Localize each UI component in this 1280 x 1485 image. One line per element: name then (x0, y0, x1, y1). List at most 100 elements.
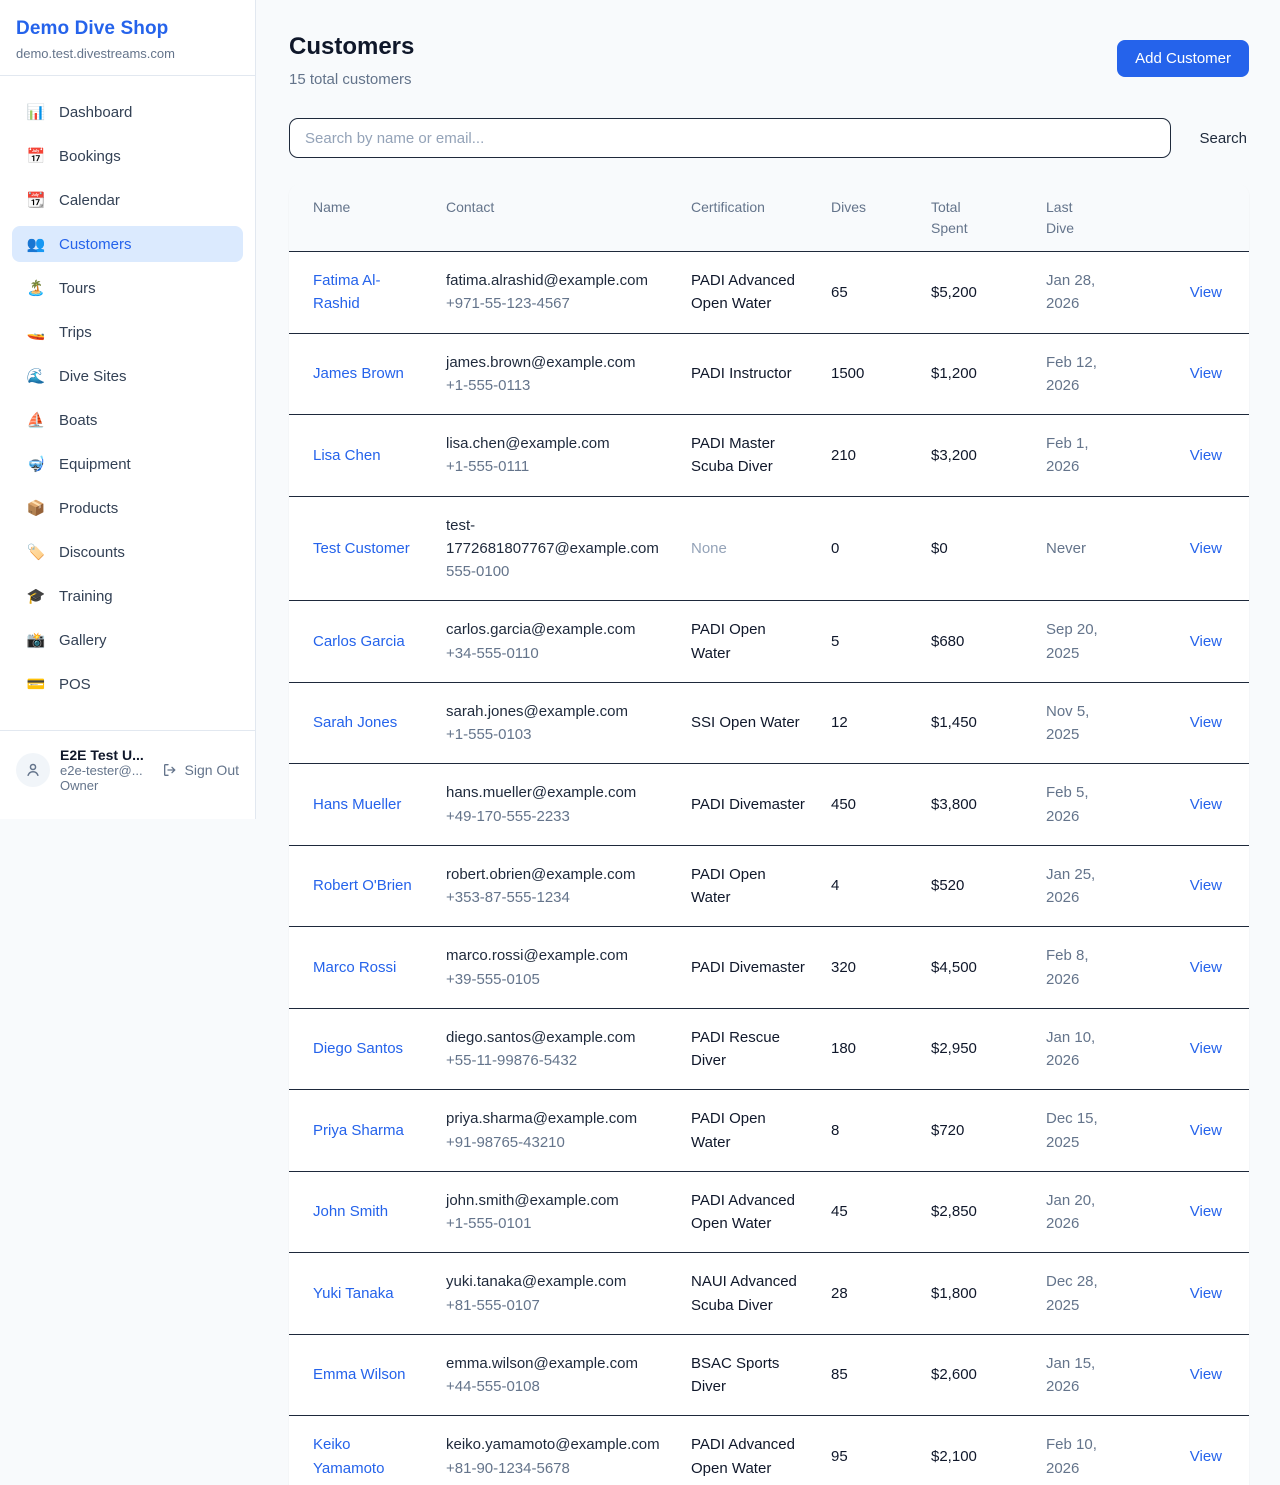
sidebar-item-label: Training (59, 588, 113, 605)
table-row: Keiko Yamamoto keiko.yamamoto@example.co… (289, 1416, 1249, 1485)
customer-name-link[interactable]: Diego Santos (313, 1040, 403, 1057)
customer-total-spent: $520 (931, 877, 964, 894)
customer-name-link[interactable]: Carlos Garcia (313, 633, 405, 650)
customer-dives: 65 (831, 284, 848, 301)
customer-phone: +1-555-0101 (446, 1212, 667, 1235)
sidebar-item[interactable]: 🤿 Equipment (12, 446, 243, 482)
customer-certification: PADI Open Water (691, 866, 766, 906)
table-header-row: NameContactCertificationDivesTotal Spent… (289, 184, 1249, 252)
sidebar-item[interactable]: 📸 Gallery (12, 622, 243, 658)
customer-count: 15 total customers (289, 71, 414, 88)
customer-last-dive: Jan 10, 2026 (1046, 1029, 1095, 1069)
table-row: Emma Wilson emma.wilson@example.com +44-… (289, 1334, 1249, 1416)
sidebar-item[interactable]: 👥 Customers (12, 226, 243, 262)
view-customer-link[interactable]: View (1190, 959, 1222, 976)
column-header: Last Dive (1034, 184, 1130, 252)
customer-phone: 555-0100 (446, 560, 667, 583)
view-customer-link[interactable]: View (1190, 365, 1222, 382)
customer-name-link[interactable]: John Smith (313, 1203, 388, 1220)
sidebar-item[interactable]: 📅 Bookings (12, 138, 243, 174)
customer-name-link[interactable]: Hans Mueller (313, 796, 401, 813)
sidebar-item[interactable]: 🏝️ Tours (12, 270, 243, 306)
search-input[interactable] (289, 118, 1171, 158)
sidebar-item[interactable]: ⛵ Boats (12, 402, 243, 438)
view-customer-link[interactable]: View (1190, 796, 1222, 813)
customer-last-dive: Sep 20, 2025 (1046, 621, 1098, 661)
customer-last-dive: Jan 28, 2026 (1046, 272, 1095, 312)
view-customer-link[interactable]: View (1190, 714, 1222, 731)
customer-certification: PADI Open Water (691, 1110, 766, 1150)
sign-out-button[interactable]: Sign Out (162, 762, 241, 778)
customer-name-link[interactable]: Fatima Al-Rashid (313, 272, 381, 312)
sidebar-item[interactable]: 🎓 Training (12, 578, 243, 614)
sidebar-item[interactable]: 🌊 Dive Sites (12, 358, 243, 394)
view-customer-link[interactable]: View (1190, 447, 1222, 464)
customer-email: hans.mueller@example.com (446, 781, 667, 804)
customer-last-dive: Feb 8, 2026 (1046, 947, 1089, 987)
customer-total-spent: $0 (931, 540, 948, 557)
sidebar-item[interactable]: 🚤 Trips (12, 314, 243, 350)
customer-name-link[interactable]: Keiko Yamamoto (313, 1436, 384, 1476)
sidebar-item[interactable]: 🏷️ Discounts (12, 534, 243, 570)
sidebar-item[interactable]: 💳 POS (12, 666, 243, 702)
customer-name-link[interactable]: Emma Wilson (313, 1366, 406, 1383)
avatar (16, 753, 50, 787)
view-customer-link[interactable]: View (1190, 633, 1222, 650)
customer-name-link[interactable]: James Brown (313, 365, 404, 382)
sidebar-item-label: Products (59, 500, 118, 517)
customer-phone: +39-555-0105 (446, 968, 667, 991)
customer-phone: +91-98765-43210 (446, 1131, 667, 1154)
column-header (1130, 184, 1249, 252)
user-section: E2E Test U... e2e-tester@... Owner Sign … (0, 730, 255, 811)
customer-certification: PADI Advanced Open Water (691, 1192, 795, 1232)
table-row: Test Customer test-1772681807767@example… (289, 496, 1249, 601)
customer-name-link[interactable]: Sarah Jones (313, 714, 397, 731)
customer-email: marco.rossi@example.com (446, 944, 667, 967)
view-customer-link[interactable]: View (1190, 540, 1222, 557)
view-customer-link[interactable]: View (1190, 1040, 1222, 1057)
view-customer-link[interactable]: View (1190, 1366, 1222, 1383)
customer-last-dive: Jan 25, 2026 (1046, 866, 1095, 906)
customer-name-link[interactable]: Test Customer (313, 540, 410, 557)
view-customer-link[interactable]: View (1190, 1203, 1222, 1220)
customer-last-dive: Jan 20, 2026 (1046, 1192, 1095, 1232)
dashboard-icon: 📊 (26, 103, 46, 121)
customer-name-link[interactable]: Priya Sharma (313, 1122, 404, 1139)
customer-name-link[interactable]: Robert O'Brien (313, 877, 412, 894)
sidebar-item-label: Equipment (59, 456, 131, 473)
gallery-icon: 📸 (26, 631, 46, 649)
view-customer-link[interactable]: View (1190, 284, 1222, 301)
training-icon: 🎓 (26, 587, 46, 605)
sidebar-item[interactable]: 📊 Dashboard (12, 94, 243, 130)
customer-phone: +1-555-0113 (446, 374, 667, 397)
view-customer-link[interactable]: View (1190, 877, 1222, 894)
view-customer-link[interactable]: View (1190, 1122, 1222, 1139)
customer-dives: 0 (831, 540, 839, 557)
table-row: Marco Rossi marco.rossi@example.com +39-… (289, 927, 1249, 1009)
view-customer-link[interactable]: View (1190, 1448, 1222, 1465)
column-header: Total Spent (919, 184, 1034, 252)
sidebar-nav: 📊 Dashboard 📅 Bookings 📆 Calendar 👥 Cust… (0, 76, 255, 724)
customer-dives: 95 (831, 1448, 848, 1465)
customer-total-spent: $2,100 (931, 1448, 977, 1465)
column-header: Name (289, 184, 434, 252)
sidebar-item-label: Dive Sites (59, 368, 127, 385)
table-row: Yuki Tanaka yuki.tanaka@example.com +81-… (289, 1253, 1249, 1335)
customer-last-dive: Jan 15, 2026 (1046, 1355, 1095, 1395)
customers-table-card: NameContactCertificationDivesTotal Spent… (289, 184, 1249, 1485)
search-button[interactable]: Search (1197, 124, 1249, 153)
sidebar-item-label: Boats (59, 412, 97, 429)
customer-name-link[interactable]: Marco Rossi (313, 959, 396, 976)
customer-phone: +34-555-0110 (446, 642, 667, 665)
customer-name-link[interactable]: Yuki Tanaka (313, 1285, 394, 1302)
sidebar-item[interactable]: 📆 Calendar (12, 182, 243, 218)
customer-dives: 8 (831, 1122, 839, 1139)
shop-header: Demo Dive Shop demo.test.divestreams.com (0, 0, 255, 76)
sidebar-item-label: Customers (59, 236, 132, 253)
page-title: Customers (289, 33, 414, 61)
view-customer-link[interactable]: View (1190, 1285, 1222, 1302)
customer-last-dive: Feb 12, 2026 (1046, 354, 1097, 394)
add-customer-button[interactable]: Add Customer (1117, 40, 1249, 77)
customer-name-link[interactable]: Lisa Chen (313, 447, 381, 464)
sidebar-item[interactable]: 📦 Products (12, 490, 243, 526)
